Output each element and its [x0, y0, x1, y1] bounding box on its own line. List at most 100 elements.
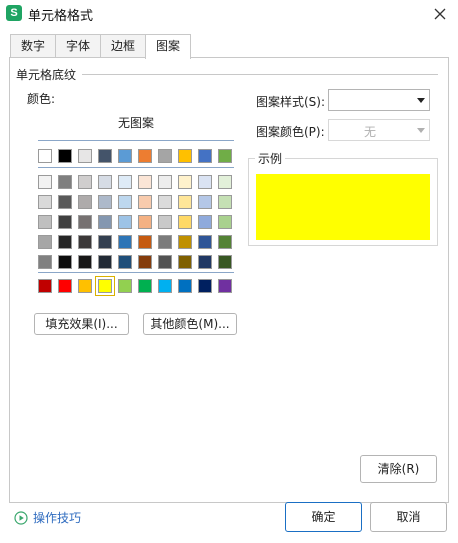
color-swatch[interactable]	[38, 255, 52, 269]
color-swatch[interactable]	[38, 149, 52, 163]
color-swatch[interactable]	[95, 276, 115, 296]
color-swatch[interactable]	[118, 175, 132, 189]
tab-font[interactable]: 字体	[55, 34, 102, 58]
color-swatch[interactable]	[218, 279, 232, 293]
color-swatch[interactable]	[218, 255, 232, 269]
color-swatch[interactable]	[118, 215, 132, 229]
tab-pattern[interactable]: 图案	[145, 34, 192, 59]
pattern-style-select[interactable]	[328, 89, 430, 111]
color-swatch[interactable]	[218, 235, 232, 249]
ok-button[interactable]: 确定	[285, 502, 362, 532]
color-swatch[interactable]	[58, 149, 72, 163]
color-swatch[interactable]	[138, 215, 152, 229]
color-swatch[interactable]	[158, 255, 172, 269]
color-swatch[interactable]	[158, 279, 172, 293]
section-divider	[82, 74, 438, 75]
color-swatch[interactable]	[78, 235, 92, 249]
color-swatch[interactable]	[218, 149, 232, 163]
color-swatch[interactable]	[198, 149, 212, 163]
color-swatch[interactable]	[178, 195, 192, 209]
color-swatch[interactable]	[198, 255, 212, 269]
color-swatch[interactable]	[38, 195, 52, 209]
tab-bar: 数字 字体 边框 图案	[10, 34, 192, 59]
dialog-title: 单元格格式	[28, 9, 94, 24]
color-swatch[interactable]	[58, 255, 72, 269]
color-swatch[interactable]	[198, 279, 212, 293]
color-swatch[interactable]	[158, 149, 172, 163]
color-swatch[interactable]	[118, 255, 132, 269]
color-swatch[interactable]	[38, 215, 52, 229]
color-swatch[interactable]	[178, 235, 192, 249]
color-swatch[interactable]	[58, 235, 72, 249]
color-swatch[interactable]	[138, 149, 152, 163]
color-swatch[interactable]	[38, 279, 52, 293]
color-swatch[interactable]	[38, 175, 52, 189]
color-swatch[interactable]	[98, 215, 112, 229]
color-swatch[interactable]	[58, 195, 72, 209]
color-swatch[interactable]	[98, 175, 112, 189]
help-link[interactable]: 操作技巧	[14, 509, 81, 526]
tab-number[interactable]: 数字	[10, 34, 57, 58]
color-swatch[interactable]	[98, 255, 112, 269]
color-swatch[interactable]	[138, 279, 152, 293]
tab-border[interactable]: 边框	[100, 34, 147, 58]
color-swatch[interactable]	[58, 215, 72, 229]
color-label: 颜色:	[27, 92, 56, 106]
color-swatch[interactable]	[78, 279, 92, 293]
color-swatch[interactable]	[158, 215, 172, 229]
pattern-style-label: 图案样式(S):	[256, 95, 326, 109]
color-swatch[interactable]	[218, 195, 232, 209]
close-icon[interactable]	[430, 4, 450, 24]
color-swatch[interactable]	[198, 215, 212, 229]
color-swatch[interactable]	[58, 279, 72, 293]
pattern-color-value: 无	[363, 125, 376, 139]
more-colors-button[interactable]: 其他颜色(M)...	[143, 313, 237, 335]
color-swatch[interactable]	[118, 195, 132, 209]
color-swatch[interactable]	[198, 195, 212, 209]
color-swatch[interactable]	[178, 279, 192, 293]
pattern-color-label: 图案颜色(P):	[256, 125, 325, 139]
color-swatch[interactable]	[78, 215, 92, 229]
color-swatch[interactable]	[158, 195, 172, 209]
palette-divider	[38, 272, 234, 273]
palette-divider	[38, 140, 234, 141]
color-swatch[interactable]	[38, 235, 52, 249]
color-swatch[interactable]	[78, 255, 92, 269]
cancel-button[interactable]: 取消	[370, 502, 447, 532]
color-swatch[interactable]	[138, 235, 152, 249]
cell-shading-section-title: 单元格底纹	[16, 68, 77, 82]
sample-preview	[256, 174, 430, 240]
color-swatch[interactable]	[78, 195, 92, 209]
color-swatch[interactable]	[118, 235, 132, 249]
color-swatch[interactable]	[178, 175, 192, 189]
color-swatch[interactable]	[78, 149, 92, 163]
color-swatch[interactable]	[198, 175, 212, 189]
palette-divider	[38, 167, 234, 168]
color-swatch[interactable]	[218, 175, 232, 189]
color-swatch[interactable]	[58, 175, 72, 189]
color-swatch[interactable]	[138, 175, 152, 189]
color-swatch[interactable]	[118, 149, 132, 163]
color-swatch[interactable]	[178, 215, 192, 229]
title-bar: S 单元格格式	[0, 0, 458, 28]
play-circle-icon	[14, 510, 28, 525]
pattern-color-select[interactable]: 无	[328, 119, 430, 141]
color-swatch[interactable]	[158, 175, 172, 189]
color-swatch[interactable]	[98, 235, 112, 249]
color-swatch[interactable]	[138, 195, 152, 209]
color-swatch[interactable]	[218, 215, 232, 229]
no-pattern-option[interactable]: 无图案	[38, 114, 234, 131]
color-swatch[interactable]	[78, 175, 92, 189]
color-swatch[interactable]	[98, 149, 112, 163]
spreadsheet-app-icon: S	[6, 5, 22, 21]
color-swatch[interactable]	[198, 235, 212, 249]
fill-effects-button[interactable]: 填充效果(I)...	[34, 313, 129, 335]
color-swatch[interactable]	[98, 195, 112, 209]
clear-button[interactable]: 清除(R)	[360, 455, 437, 483]
color-swatch[interactable]	[158, 235, 172, 249]
color-swatch[interactable]	[138, 255, 152, 269]
color-swatch[interactable]	[178, 149, 192, 163]
sample-label: 示例	[255, 150, 286, 167]
color-swatch[interactable]	[118, 279, 132, 293]
color-swatch[interactable]	[178, 255, 192, 269]
